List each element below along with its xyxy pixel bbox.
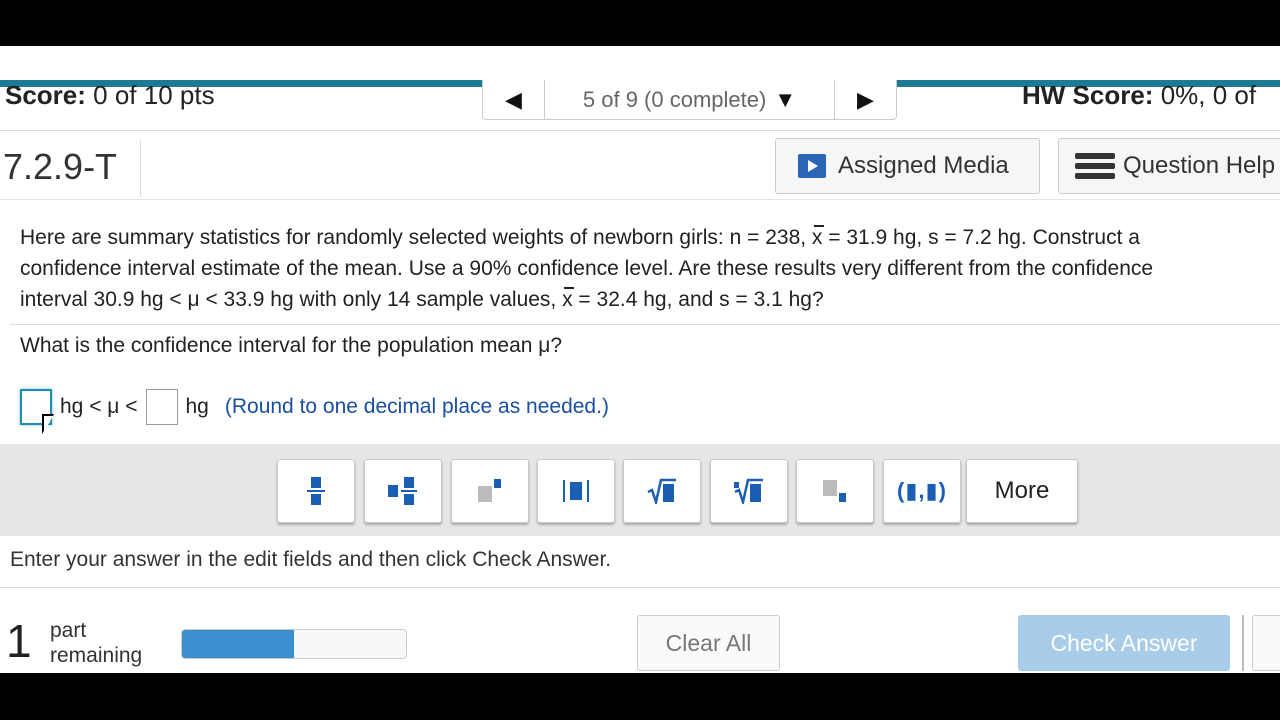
progress-fill — [182, 630, 294, 658]
next-question-button[interactable]: ▶ — [834, 80, 896, 119]
mixed-number-tool-button[interactable] — [364, 459, 442, 523]
list-icon — [1075, 153, 1115, 179]
more-label: More — [994, 477, 1050, 504]
assigned-media-button[interactable]: Assigned Media — [775, 138, 1040, 194]
unit-label: hg — [185, 395, 209, 418]
hw-score-value: 0%, 0 of — [1160, 80, 1257, 110]
score-value: 0 of 10 pts — [93, 80, 215, 110]
question-position: 5 of 9 (0 complete) — [582, 86, 767, 112]
nth-root-tool-button[interactable] — [710, 459, 788, 523]
question-line-3: interval 30.9 hg < μ < 33.9 hg with only… — [20, 284, 1280, 315]
hw-score: HW Score: 0%, 0 of — [1022, 80, 1256, 111]
triangle-down-icon: ▼ — [774, 86, 797, 112]
divider — [1242, 615, 1244, 671]
nth-root-icon — [734, 478, 763, 504]
mylab-app: Score: 0 of 10 pts HW Score: 0%, 0 of ◀ … — [0, 46, 1280, 673]
question-help-button[interactable]: Question Help — [1058, 138, 1280, 194]
question-navigator: ◀ 5 of 9 (0 complete) ▼ ▶ — [482, 80, 897, 120]
parts-remaining-label: part remaining — [50, 619, 143, 667]
instructions-text: Enter your answer in the edit fields and… — [10, 548, 612, 571]
divider — [140, 141, 141, 197]
question-prompt: What is the confidence interval for the … — [20, 334, 563, 357]
score-label: Score: — [5, 80, 86, 110]
triangle-right-icon: ▶ — [857, 86, 874, 112]
progress-bar — [181, 629, 407, 659]
mixed-number-icon — [388, 477, 417, 505]
next-part-button[interactable] — [1252, 615, 1280, 671]
previous-question-button[interactable]: ◀ — [483, 80, 545, 119]
absolute-value-tool-button[interactable] — [537, 459, 615, 523]
triangle-left-icon: ◀ — [505, 86, 522, 112]
question-id: 7.2.9-T — [3, 146, 118, 187]
square-root-icon — [647, 478, 676, 504]
question-line-1: Here are summary statistics for randomly… — [20, 222, 1280, 253]
fraction-icon — [307, 477, 325, 505]
assigned-media-label: Assigned Media — [838, 152, 1009, 179]
subscript-icon — [823, 480, 846, 502]
question-line-2: confidence interval estimate of the mean… — [20, 257, 1154, 280]
question-text: Here are summary statistics for randomly… — [20, 222, 1280, 315]
answer-row: hg < μ < hg (Round to one decimal place … — [20, 388, 609, 426]
footer: 1 part remaining Clear All Check Answer — [0, 602, 1280, 672]
ordered-pair-icon: (▮,▮) — [897, 478, 947, 503]
hw-score-label: HW Score: — [1022, 80, 1154, 110]
x-bar-symbol: x — [562, 284, 574, 315]
upper-bound-input[interactable] — [145, 389, 178, 425]
video-icon — [798, 154, 826, 178]
square-root-tool-button[interactable] — [623, 459, 701, 523]
math-toolbar: (▮,▮) More — [0, 444, 1280, 536]
exponent-icon — [478, 479, 501, 502]
question-header: 7.2.9-T Assigned Media Question Help — [0, 130, 1280, 200]
x-bar-symbol: x — [812, 222, 824, 253]
parts-remaining-count: 1 — [6, 615, 32, 667]
interval-middle-text: hg < μ < — [60, 395, 138, 418]
divider — [0, 587, 1280, 588]
fraction-tool-button[interactable] — [277, 459, 355, 523]
divider — [10, 324, 1280, 325]
score: Score: 0 of 10 pts — [5, 80, 215, 111]
subscript-tool-button[interactable] — [796, 459, 874, 523]
question-help-label: Question Help — [1123, 152, 1276, 179]
question-position-dropdown[interactable]: 5 of 9 (0 complete) ▼ — [545, 80, 834, 119]
mouse-cursor-fill — [44, 416, 53, 432]
ordered-pair-tool-button[interactable]: (▮,▮) — [883, 459, 961, 523]
check-answer-button[interactable]: Check Answer — [1018, 615, 1230, 671]
exponent-tool-button[interactable] — [451, 459, 529, 523]
absolute-value-icon — [563, 480, 589, 502]
clear-all-button[interactable]: Clear All — [637, 615, 780, 671]
rounding-hint: (Round to one decimal place as needed.) — [224, 395, 609, 418]
more-tools-button[interactable]: More — [966, 459, 1078, 523]
